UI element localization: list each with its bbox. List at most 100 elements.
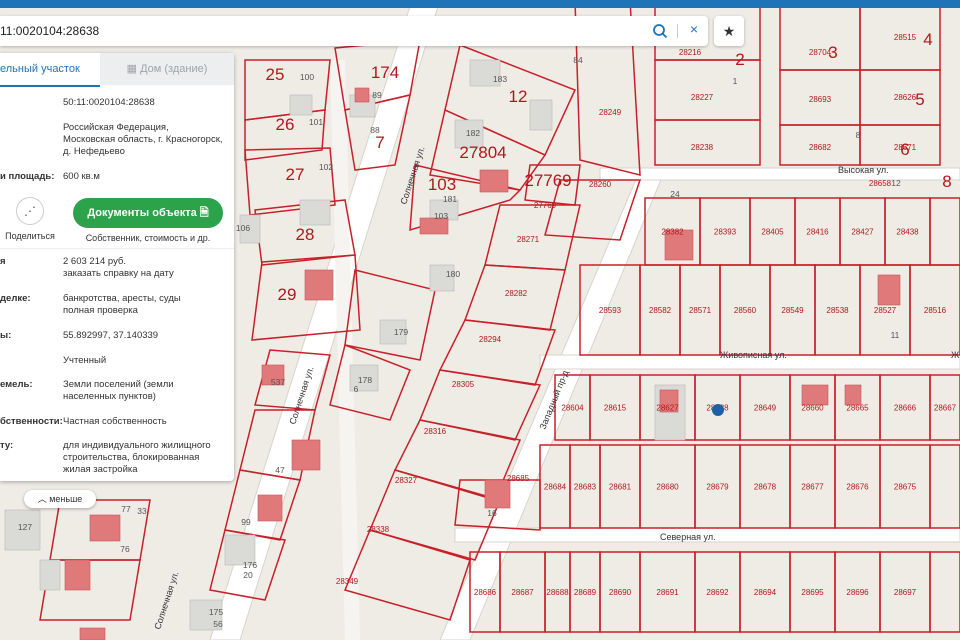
deal-label: делке:	[0, 293, 31, 304]
share-button[interactable]: ⋰ Поделиться	[0, 197, 60, 245]
lot-number-label: 28515	[894, 33, 917, 42]
house-number-label: 102	[319, 162, 333, 172]
house-number-label: 178	[358, 375, 372, 385]
lot-number-label: 28627	[656, 404, 679, 413]
show-less-button[interactable]: ︿ меньше	[24, 490, 96, 508]
lot-number-label: 28692	[706, 588, 729, 597]
cost-order-link[interactable]: заказать справку на дату	[63, 268, 223, 280]
cad-number[interactable]: 50:11:0020104:28638	[63, 97, 223, 109]
lot-number-label: 28338	[367, 525, 390, 534]
lot-number-label: 28693	[809, 95, 832, 104]
lot-number-label: 28695	[801, 588, 824, 597]
chevron-up-icon: ︿	[37, 494, 50, 504]
lot-number-label: 28282	[505, 289, 528, 298]
search-icon[interactable]	[652, 23, 668, 39]
lot-number-label: 28516	[924, 306, 947, 315]
land-category-label: емель:	[0, 379, 33, 390]
block-number-label: 4	[923, 30, 932, 49]
lot-number-label: 28560	[734, 306, 757, 315]
favorite-button[interactable]: ★	[714, 16, 744, 46]
house-number-label: 89	[372, 90, 382, 100]
block-number-label: 27	[286, 165, 305, 184]
lot-number-label: 28238	[691, 143, 714, 152]
lot-number-label: 28260	[589, 180, 612, 189]
house-number-label: 176	[243, 560, 257, 570]
house-number-label: 181	[443, 194, 457, 204]
lot-number-label: 28271	[517, 235, 540, 244]
lot-number-label: 28691	[656, 588, 679, 597]
lot-number-label: 28305	[452, 380, 475, 389]
house-number-label: 16	[487, 508, 497, 518]
lot-number-label: 28416	[806, 228, 829, 237]
house-number-label: 127	[18, 522, 32, 532]
block-number-label: 27769	[524, 171, 571, 190]
block-number-label: 28	[296, 225, 315, 244]
block-number-label: 12	[509, 87, 528, 106]
block-number-label: 29	[278, 285, 297, 304]
house-number-label: 180	[446, 269, 460, 279]
area-value: 600 кв.м	[63, 171, 100, 182]
house-number-label: 182	[466, 128, 480, 138]
deal-value: банкротства, аресты, суды	[63, 293, 181, 304]
house-number-label: 175	[209, 607, 223, 617]
house-number-label: 11	[891, 330, 900, 340]
star-icon: ★	[722, 23, 736, 39]
lot-number-label: 28694	[754, 588, 777, 597]
lot-number-label: 28393	[714, 228, 737, 237]
block-number-label: 6	[900, 140, 909, 159]
lot-number-label: 28685	[507, 474, 530, 483]
house-number-label: 1	[733, 76, 738, 86]
lot-number-label: 28680	[656, 483, 679, 492]
lot-number-label: 28679	[706, 483, 729, 492]
house-number-label: 77	[121, 504, 131, 514]
lot-number-label: 27769	[534, 201, 557, 210]
lot-number-label: 28683	[574, 483, 597, 492]
search-query[interactable]: 11:0020104:28638	[0, 16, 99, 46]
house-number-label: 106	[236, 223, 250, 233]
house-icon: ▦	[126, 63, 141, 75]
search-bar[interactable]: 11:0020104:28638 ×	[0, 16, 708, 46]
house-number-label: 8	[856, 130, 861, 140]
full-check-link[interactable]: полная проверка	[63, 305, 223, 317]
top-bar	[0, 0, 960, 8]
document-icon: 🗎	[199, 207, 209, 219]
tab-house[interactable]: ▦ Дом (здание)	[100, 53, 234, 85]
share-icon: ⋰	[16, 197, 44, 225]
lot-number-label: 28658	[869, 179, 892, 188]
lot-number-label: 28615	[604, 404, 627, 413]
lot-number-label: 28689	[574, 588, 597, 597]
coords-label: ы:	[0, 330, 12, 341]
lot-number-label: 28697	[894, 588, 917, 597]
street-label-vysokaya: Высокая ул.	[838, 165, 889, 175]
parcel-info-panel: ельный участок ▦ Дом (здание) 50:11:0020…	[0, 53, 234, 481]
block-number-label: 5	[915, 90, 924, 109]
close-icon[interactable]: ×	[690, 21, 698, 37]
lot-number-label: 28327	[395, 476, 418, 485]
lot-number-label: 28405	[761, 228, 784, 237]
lot-number-label: 28690	[609, 588, 632, 597]
land-category-value: Земли поселений (земли населенных пункто…	[63, 379, 174, 402]
block-number-label: 3	[828, 43, 837, 62]
house-number-label: 183	[493, 74, 507, 84]
house-number-label: 12	[891, 178, 901, 188]
block-number-label: 26	[276, 115, 295, 134]
lot-number-label: 28676	[846, 483, 869, 492]
lot-number-label: 28316	[424, 427, 447, 436]
ownership-label: бственности:	[0, 416, 63, 427]
house-number-label: 103	[434, 211, 448, 221]
search-divider	[677, 24, 678, 38]
house-number-label: 20	[243, 570, 253, 580]
lot-number-label: 28626	[894, 93, 917, 102]
house-number-label: 56	[213, 619, 223, 629]
coords-value: 55.892997, 37.140339	[63, 330, 159, 341]
selected-parcel-marker[interactable]	[712, 404, 724, 416]
house-number-label: 76	[120, 544, 130, 554]
tab-land-plot[interactable]: ельный участок	[0, 53, 100, 87]
street-label-severnaya: Северная ул.	[660, 532, 716, 542]
lot-number-label: 28382	[661, 228, 684, 237]
documents-button[interactable]: Документы объекта 🗎	[73, 198, 223, 228]
address-value: Российская Федерация, Московская область…	[63, 122, 223, 157]
house-number-label: 24	[670, 189, 680, 199]
lot-number-label: 28593	[599, 306, 622, 315]
house-number-label: 179	[394, 327, 408, 337]
